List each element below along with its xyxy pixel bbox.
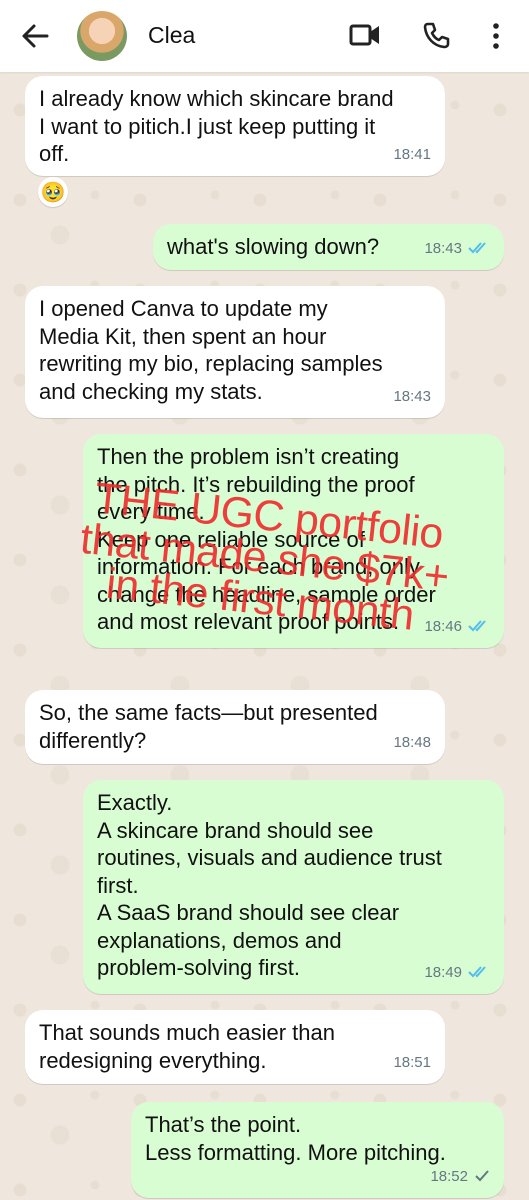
message-text: So, the same facts—but presented differe… [39,700,378,753]
message-meta: 18:48 [393,729,431,757]
message-bubble-incoming[interactable]: I already know which skincare brand I wa… [25,76,445,176]
message-time: 18:48 [393,733,431,751]
check-icon [474,1169,490,1183]
message-time: 18:49 [424,963,462,981]
message-bubble-outgoing[interactable]: That’s the point. Less formatting. More … [131,1102,504,1198]
message-time: 18:41 [393,145,431,163]
message-time: 18:52 [430,1167,468,1185]
more-vert-icon[interactable] [491,22,501,55]
message-bubble-incoming[interactable]: So, the same facts—but presented differe… [25,690,445,764]
message-bubble-incoming[interactable]: That sounds much easier than redesigning… [25,1010,445,1084]
message-meta: 18:51 [393,1049,431,1077]
message-bubble-incoming[interactable]: I opened Canva to update my Media Kit, t… [25,286,445,418]
message-text: I already know which skincare brand I wa… [39,86,394,166]
message-text: I opened Canva to update my Media Kit, t… [39,296,383,404]
message-meta: 18:43 [424,235,490,263]
back-arrow-icon[interactable] [20,22,50,50]
avatar[interactable] [77,11,127,61]
chat-header: Clea [0,0,529,72]
message-meta: 18:43 [393,383,431,411]
message-meta: 18:41 [393,141,431,169]
message-time: 18:43 [393,387,431,405]
message-text: That’s the point. Less formatting. More … [145,1112,446,1165]
message-text: That sounds much easier than redesigning… [39,1020,335,1073]
message-time: 18:43 [424,239,462,257]
message-bubble-outgoing[interactable]: what's slowing down? 18:43 [153,224,504,270]
reaction-emoji: 🥹 [40,181,66,204]
message-text: Exactly. A skincare brand should see rou… [97,790,442,980]
contact-name[interactable]: Clea [148,22,195,49]
phone-icon[interactable] [422,21,450,54]
message-reaction[interactable]: 🥹 [38,177,68,207]
message-time: 18:51 [393,1053,431,1071]
message-meta: 18:52 [430,1163,490,1191]
video-call-icon[interactable] [349,22,381,53]
message-bubble-outgoing[interactable]: Exactly. A skincare brand should see rou… [83,780,504,994]
message-meta: 18:49 [424,959,490,987]
double-check-icon [468,241,490,255]
double-check-icon [468,965,490,979]
